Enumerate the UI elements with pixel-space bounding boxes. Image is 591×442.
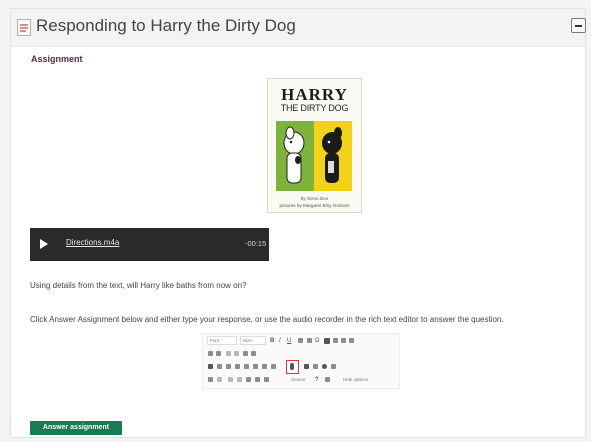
special-character-button[interactable]: Ω bbox=[315, 337, 320, 345]
outdent-icon[interactable] bbox=[234, 351, 239, 356]
table-icon[interactable] bbox=[235, 364, 240, 369]
paste-icon[interactable] bbox=[246, 377, 251, 382]
image-icon[interactable] bbox=[226, 364, 231, 369]
checkmark-icon[interactable] bbox=[313, 364, 318, 369]
bulleted-list-icon[interactable] bbox=[251, 351, 256, 356]
source-button[interactable]: Source bbox=[291, 376, 305, 384]
paint-icon[interactable] bbox=[331, 364, 336, 369]
collapse-button[interactable] bbox=[571, 18, 586, 33]
font-select[interactable]: Font bbox=[207, 336, 237, 345]
horizontal-line-icon[interactable] bbox=[304, 364, 309, 369]
picture-icon[interactable] bbox=[271, 364, 276, 369]
toolbar-row-4: Source ? Hide options bbox=[203, 375, 399, 386]
media-icon[interactable] bbox=[244, 364, 249, 369]
paste-word-icon[interactable] bbox=[264, 377, 269, 382]
accessibility-icon[interactable] bbox=[325, 377, 330, 382]
page-title: Responding to Harry the Dirty Dog bbox=[36, 16, 296, 35]
help-button[interactable]: ? bbox=[315, 376, 319, 384]
book-cover-subtitle: THE DIRTY DOG bbox=[280, 103, 349, 113]
circle-icon[interactable] bbox=[322, 364, 327, 369]
video-icon[interactable] bbox=[262, 364, 267, 369]
toolbar-row-2 bbox=[203, 349, 399, 360]
book-cover-author: by Gene Zion bbox=[300, 196, 329, 201]
flag-icon[interactable] bbox=[208, 364, 213, 369]
book-cover-illustrator: pictures by Margaret Bloy Graham bbox=[279, 203, 350, 208]
text-color-icon[interactable] bbox=[298, 338, 303, 343]
instructions-text: Click Answer Assignment below and either… bbox=[30, 315, 504, 324]
document-icon bbox=[17, 19, 31, 36]
embed-icon[interactable] bbox=[253, 364, 258, 369]
align-right-icon[interactable] bbox=[349, 338, 354, 343]
undo-icon[interactable] bbox=[208, 377, 213, 382]
cut-icon[interactable] bbox=[228, 377, 233, 382]
align-left-icon[interactable] bbox=[333, 338, 338, 343]
bold-button[interactable]: B bbox=[270, 337, 274, 345]
book-cover-title: HARRY bbox=[281, 85, 348, 104]
hide-options-button[interactable]: Hide options bbox=[343, 376, 368, 384]
underline-button[interactable]: U bbox=[287, 337, 291, 345]
rich-text-toolbar-image: Font Size B I U Ω Source ? Hide options bbox=[202, 333, 400, 389]
audio-file-link[interactable]: Directions.m4a bbox=[66, 238, 119, 247]
link-icon[interactable] bbox=[217, 364, 222, 369]
redo-icon[interactable] bbox=[217, 377, 222, 382]
format-icon[interactable] bbox=[324, 338, 330, 344]
audio-player: Directions.m4a -00:15 bbox=[30, 228, 269, 261]
book-cover-image: HARRY THE DIRTY DOG by Gene Zion picture… bbox=[267, 78, 362, 213]
question-text: Using details from the text, will Harry … bbox=[30, 281, 247, 290]
assignment-header: Responding to Harry the Dirty Dog bbox=[11, 9, 586, 47]
section-label: Assignment bbox=[31, 54, 83, 64]
indent-icon[interactable] bbox=[226, 351, 231, 356]
toolbar-row-3 bbox=[203, 362, 399, 373]
paste-text-icon[interactable] bbox=[255, 377, 260, 382]
answer-assignment-button[interactable]: Answer assignment bbox=[30, 421, 122, 435]
toolbar-row-1: Font Size B I U Ω bbox=[203, 336, 399, 347]
copy-icon[interactable] bbox=[237, 377, 242, 382]
background-color-icon[interactable] bbox=[307, 338, 312, 343]
italic-button[interactable]: I bbox=[279, 337, 281, 345]
subscript-icon[interactable] bbox=[208, 351, 213, 356]
microphone-icon[interactable] bbox=[286, 360, 299, 374]
numbered-list-icon[interactable] bbox=[243, 351, 248, 356]
audio-time-remaining: -00:15 bbox=[245, 239, 267, 248]
size-select[interactable]: Size bbox=[240, 336, 266, 345]
align-center-icon[interactable] bbox=[341, 338, 346, 343]
play-icon[interactable] bbox=[40, 239, 48, 249]
book-cover-illustration bbox=[276, 121, 352, 191]
superscript-icon[interactable] bbox=[216, 351, 221, 356]
